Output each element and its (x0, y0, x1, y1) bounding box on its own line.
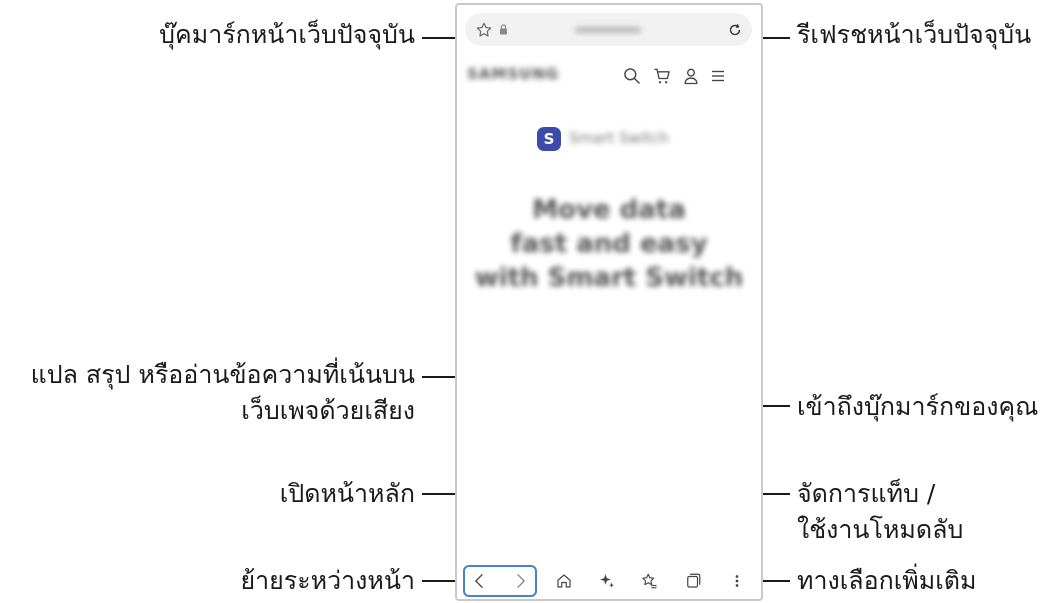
lock-icon (500, 24, 507, 35)
forward-icon[interactable] (510, 571, 530, 591)
home-icon[interactable] (555, 572, 573, 590)
cart-icon[interactable] (652, 66, 672, 86)
hero-line-3: with Smart Switch (474, 263, 744, 293)
tabs-icon[interactable] (684, 572, 702, 590)
callout-translate-line2: เว็บเพจด้วยเสียง (241, 396, 415, 425)
callout-navigate: ย้ายระหว่างหน้า (240, 566, 415, 595)
star-icon[interactable] (475, 21, 493, 39)
site-logo[interactable]: SAMSUNG (467, 65, 559, 83)
url-bar[interactable] (465, 13, 752, 46)
ai-sparkle-icon[interactable] (598, 572, 616, 590)
callout-home: เปิดหน้าหลัก (279, 479, 415, 508)
callout-bookmarks-access: เข้าถึงบุ๊กมาร์กของคุณ (797, 392, 1039, 421)
back-icon[interactable] (470, 571, 490, 591)
app-name: Smart Switch (569, 129, 669, 147)
app-badge: S (537, 127, 561, 151)
refresh-icon[interactable] (726, 21, 744, 39)
bookmarks-icon[interactable] (640, 572, 658, 590)
hero-line-1: Move data (532, 195, 686, 225)
phone-browser: SAMSUNG S Smart Switch Move data fast an… (455, 3, 763, 601)
callout-tabs-line1: จัดการแท็บ / (797, 479, 936, 508)
hero-line-2: fast and easy (510, 229, 708, 259)
callout-bookmark-current: บุ๊คมาร์กหน้าเว็บปัจจุบัน (159, 20, 415, 49)
app-badge-letter: S (543, 130, 555, 148)
hero-headline: Move data fast and easy with Smart Switc… (457, 193, 761, 295)
search-icon[interactable] (622, 66, 642, 86)
menu-icon[interactable] (709, 67, 727, 85)
callout-more-options: ทางเลือกเพิ่มเติม (797, 566, 977, 595)
more-icon[interactable] (730, 572, 744, 590)
callout-translate-line1: แปล สรุป หรืออ่านข้อความที่เน้นบน (30, 360, 415, 389)
user-icon[interactable] (681, 66, 701, 86)
callout-tabs-line2: ใช้งานโหมดลับ (797, 515, 964, 544)
callout-refresh: รีเฟรชหน้าเว็บปัจจุบัน (797, 20, 1032, 49)
url-text-blurred (575, 27, 641, 33)
